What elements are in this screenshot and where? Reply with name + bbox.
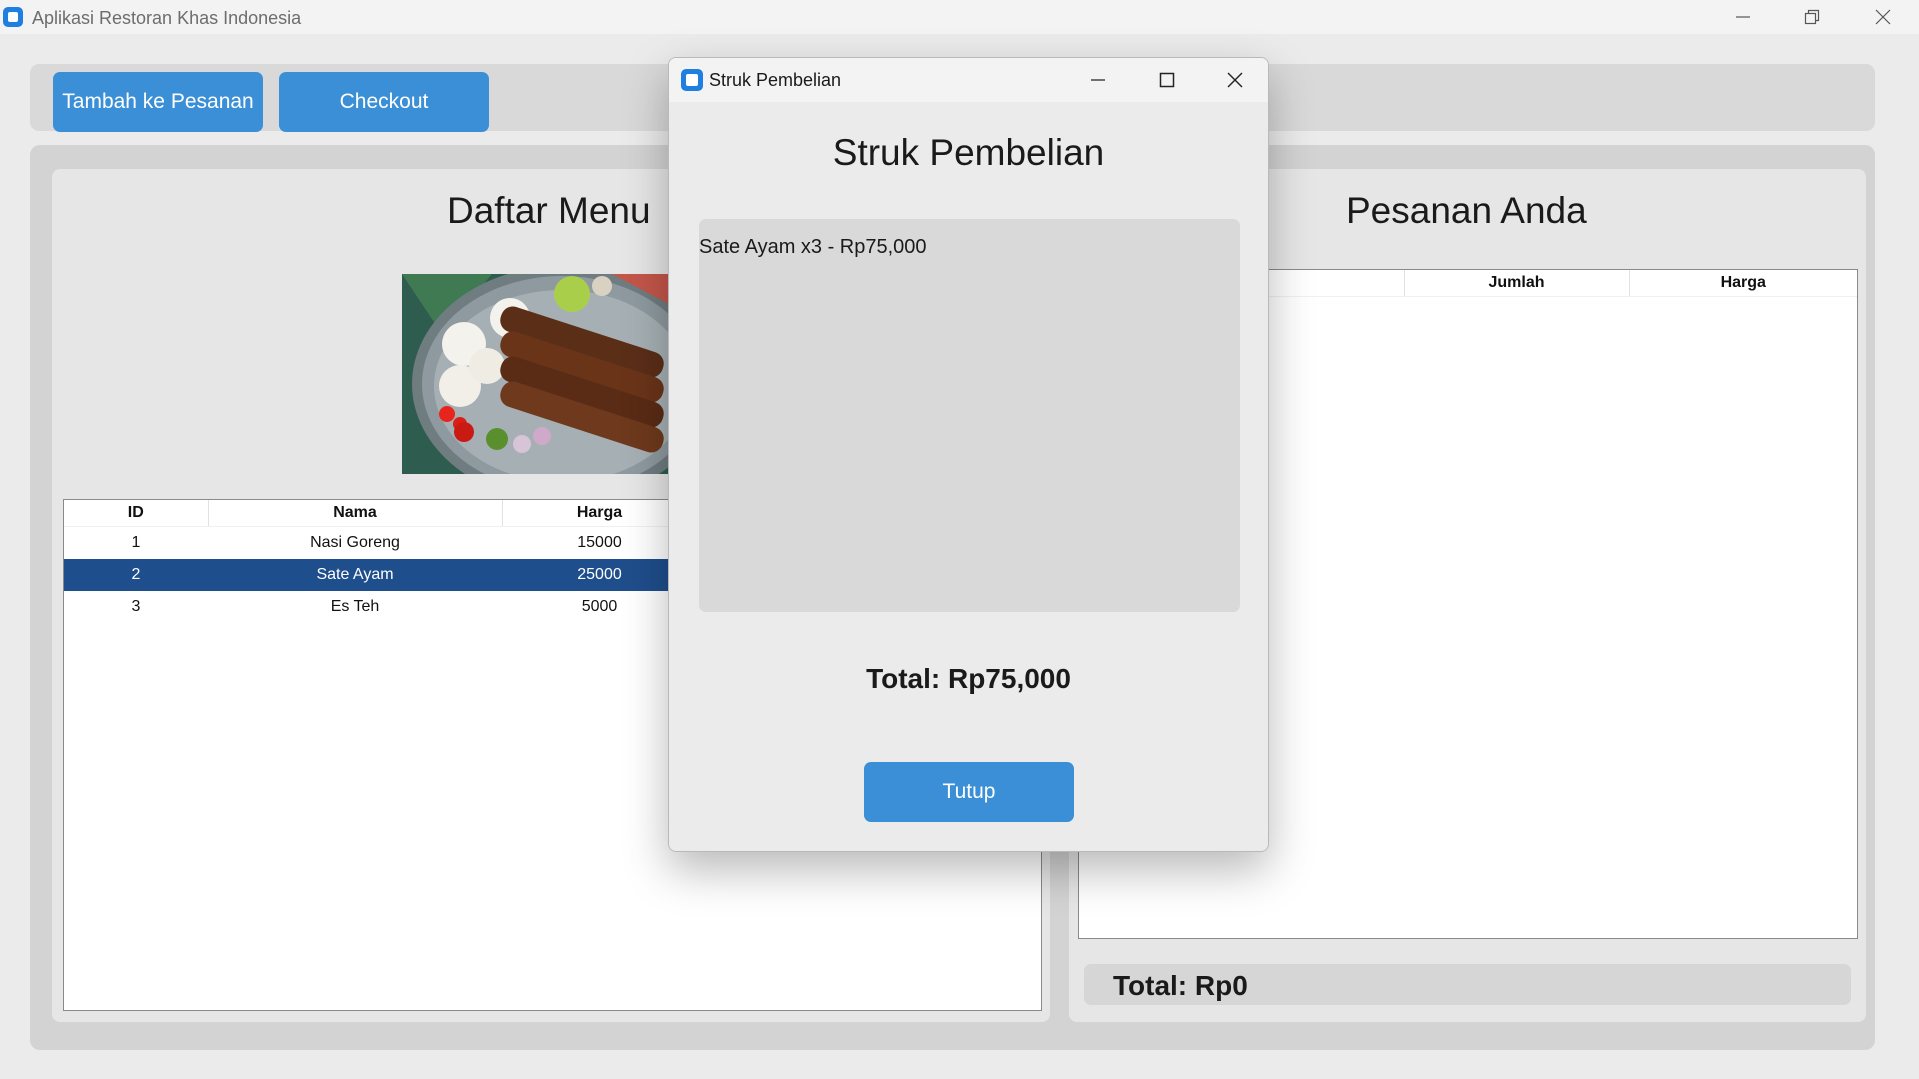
menu-cell-id: 1 [131, 534, 141, 551]
dialog-app-icon [681, 69, 703, 91]
restore-button[interactable] [1782, 0, 1842, 34]
order-total: Total: Rp0 [1113, 970, 1248, 1001]
order-column-harga[interactable]: Harga [1629, 270, 1857, 297]
menu-cell-name: Nasi Goreng [310, 534, 400, 551]
menu-column-id[interactable]: ID [64, 500, 209, 527]
menu-cell-name: Es Teh [330, 598, 380, 615]
close-icon [1875, 9, 1891, 25]
menu-cell-name: Sate Ayam [208, 559, 502, 591]
menu-column-nama[interactable]: Nama [208, 500, 503, 527]
receipt-heading: Struk Pembelian [832, 132, 1105, 173]
receipt-total: Total: Rp75,000 [866, 663, 1071, 694]
window-title: Aplikasi Restoran Khas Indonesia [32, 8, 302, 28]
food-image [402, 274, 669, 474]
maximize-icon [1159, 72, 1175, 88]
menu-title: Daftar Menu [447, 190, 651, 231]
add-to-order-button[interactable]: Tambah ke Pesanan [53, 72, 263, 132]
close-button[interactable] [1853, 0, 1913, 34]
order-column-jumlah[interactable]: Jumlah [1404, 270, 1630, 297]
menu-cell-id: 2 [64, 559, 208, 591]
dialog-maximize-button[interactable] [1139, 58, 1195, 102]
minimize-icon [1091, 79, 1105, 81]
dialog-title-bar: Struk Pembelian [669, 58, 1268, 102]
menu-cell-id: 3 [131, 598, 141, 615]
minimize-icon [1736, 16, 1750, 18]
dialog-minimize-button[interactable] [1070, 58, 1126, 102]
app-icon [3, 7, 23, 27]
receipt-textbox[interactable] [699, 219, 1240, 612]
close-receipt-button[interactable]: Tutup [864, 762, 1074, 822]
title-bar: Aplikasi Restoran Khas Indonesia [0, 0, 1919, 34]
order-title: Pesanan Anda [1346, 190, 1587, 231]
checkout-button[interactable]: Checkout [279, 72, 489, 132]
restore-icon [1804, 9, 1820, 25]
minimize-button[interactable] [1713, 0, 1773, 34]
close-icon [1227, 72, 1243, 88]
dialog-close-button[interactable] [1207, 58, 1263, 102]
receipt-dialog: Struk Pembelian Struk Pembelian Sate Aya… [668, 57, 1269, 852]
receipt-line-item: Sate Ayam x3 - Rp75,000 [699, 236, 927, 258]
dialog-window-title: Struk Pembelian [709, 70, 842, 90]
